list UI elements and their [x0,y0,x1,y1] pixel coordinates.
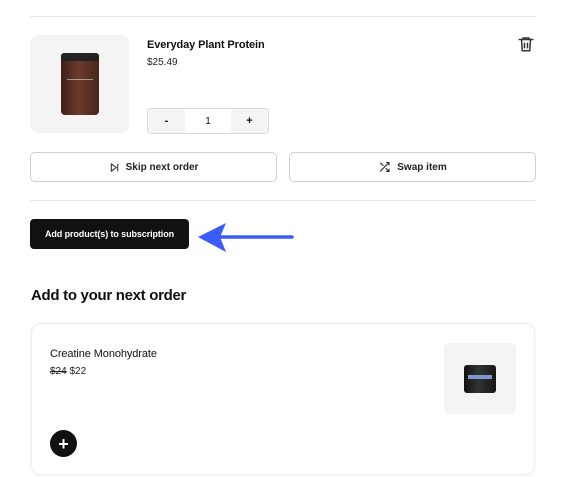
skip-next-order-button[interactable]: Skip next order [30,152,277,182]
shuffle-icon [380,161,390,173]
upsell-price: $22 [69,366,87,377]
quantity-stepper: - 1 + [147,108,269,134]
increase-quantity-button[interactable]: + [231,109,268,133]
creatine-jar-image [464,365,496,393]
cart-item-price: $25.49 [147,57,178,68]
skip-next-order-label: Skip next order [125,161,199,173]
next-order-section-title: Add to your next order [31,287,187,304]
add-upsell-product-button[interactable]: + [50,430,77,457]
add-products-to-subscription-button[interactable]: Add product(s) to subscription [30,219,189,249]
upsell-product-title: Creatine Monohydrate [50,348,157,360]
arrow-pointer-icon [198,223,294,252]
protein-jar-image [61,53,99,115]
skip-next-icon [110,162,118,172]
trash-icon[interactable] [517,35,535,53]
decrease-quantity-button[interactable]: - [148,109,185,133]
upsell-product-image [444,343,516,414]
swap-item-label: Swap item [397,161,447,173]
upsell-price-row: $24 $22 [50,366,86,377]
cart-item-title: Everyday Plant Protein [147,39,265,51]
product-image [30,35,129,133]
top-divider [30,16,536,17]
quantity-value[interactable]: 1 [185,109,231,133]
section-divider [30,200,536,201]
swap-item-button[interactable]: Swap item [289,152,536,182]
upsell-old-price: $24 [50,366,67,377]
